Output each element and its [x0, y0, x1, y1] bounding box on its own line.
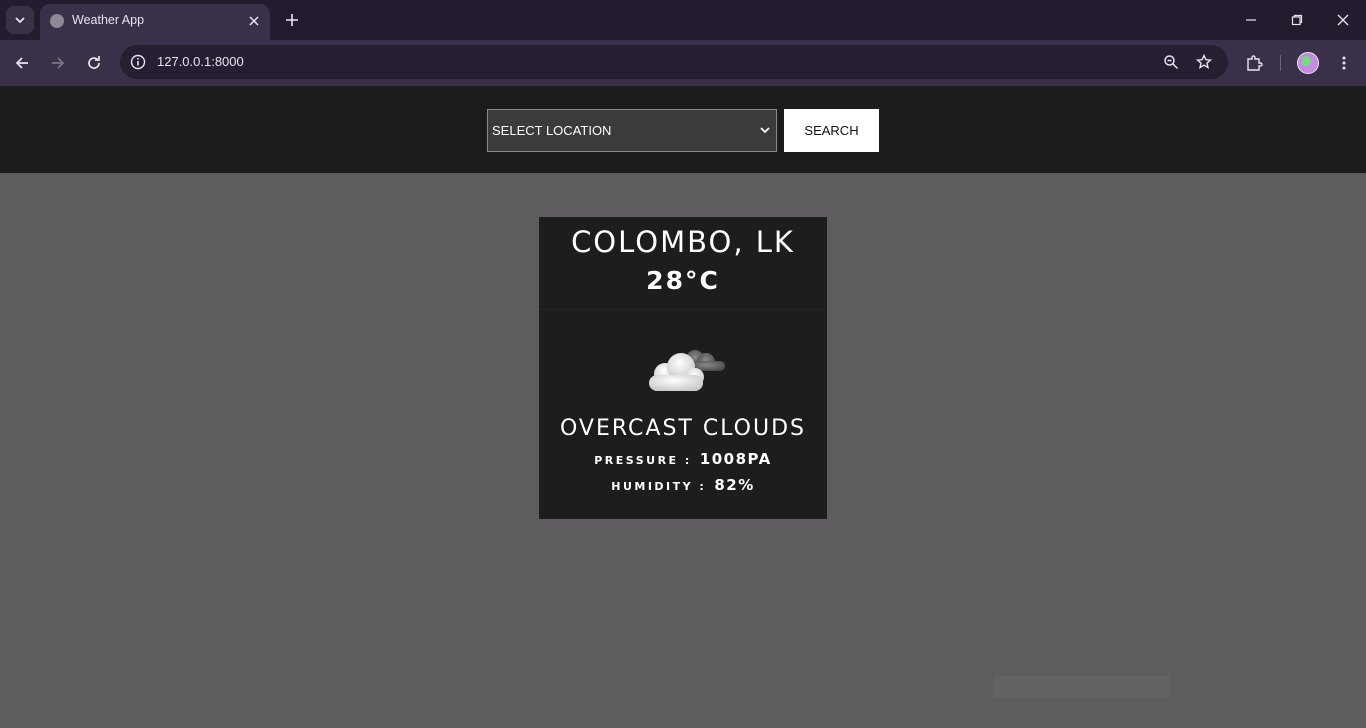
tab-title: Weather App [72, 13, 145, 27]
more-vertical-icon [1342, 56, 1346, 70]
minimize-button[interactable] [1239, 8, 1263, 32]
reload-icon [88, 56, 100, 69]
plus-icon [286, 14, 298, 26]
reload-button[interactable] [82, 51, 106, 75]
profile-avatar[interactable] [1297, 52, 1319, 74]
weather-card: COLOMBO, LK 28°C OVERCAST CLOUDS PRESSUR… [539, 217, 827, 519]
close-icon [249, 16, 259, 26]
puzzle-icon [1247, 55, 1263, 71]
restore-button[interactable] [1285, 8, 1309, 32]
weather-description: OVERCAST CLOUDS [559, 416, 807, 441]
pressure-value: 1008PA [699, 450, 772, 468]
globe-icon [50, 14, 64, 28]
page-header: SELECT LOCATION SEARCH [0, 86, 1366, 173]
search-button[interactable]: SEARCH [784, 109, 879, 152]
browser-tabstrip: Weather App [0, 0, 1366, 40]
humidity-label: HUMIDITY : [611, 480, 707, 493]
weather-card-header: COLOMBO, LK 28°C [539, 217, 827, 310]
pressure-row: PRESSURE : 1008PA [539, 449, 827, 468]
location-select-value: SELECT LOCATION [492, 123, 612, 138]
humidity-value: 82% [714, 476, 755, 494]
zoom-icon[interactable] [1161, 52, 1181, 72]
close-icon [1337, 14, 1349, 26]
pressure-label: PRESSURE : [594, 454, 692, 467]
arrow-right-icon [52, 57, 65, 69]
overcast-clouds-icon [649, 350, 725, 391]
forward-button[interactable] [46, 51, 70, 75]
browser-toolbar: 127.0.0.1:8000 [0, 40, 1366, 86]
close-window-button[interactable] [1331, 8, 1355, 32]
bookmark-star-icon[interactable] [1194, 52, 1214, 72]
temperature: 28°C [646, 266, 720, 295]
location-select[interactable]: SELECT LOCATION [487, 109, 777, 152]
browser-menu-button[interactable] [1332, 51, 1356, 75]
extensions-button[interactable] [1242, 51, 1266, 75]
arrow-left-icon [15, 57, 28, 69]
city-name: COLOMBO, LK [571, 225, 795, 259]
toolbar-divider [1280, 55, 1281, 71]
minimize-icon [1246, 19, 1256, 21]
chevron-down-icon [760, 127, 770, 134]
site-info-icon[interactable] [128, 52, 148, 72]
humidity-row: HUMIDITY : 82% [539, 475, 827, 494]
tab-close-button[interactable] [246, 13, 262, 29]
chevron-down-icon [15, 17, 25, 24]
restore-icon [1291, 14, 1303, 26]
tab-search-button[interactable] [6, 6, 34, 34]
url-text[interactable]: 127.0.0.1:8000 [157, 54, 244, 69]
new-tab-button[interactable] [282, 10, 302, 30]
back-button[interactable] [10, 51, 34, 75]
faint-overlay [994, 676, 1170, 698]
address-bar[interactable]: 127.0.0.1:8000 [120, 45, 1228, 79]
browser-tab-active[interactable]: Weather App [40, 4, 270, 40]
